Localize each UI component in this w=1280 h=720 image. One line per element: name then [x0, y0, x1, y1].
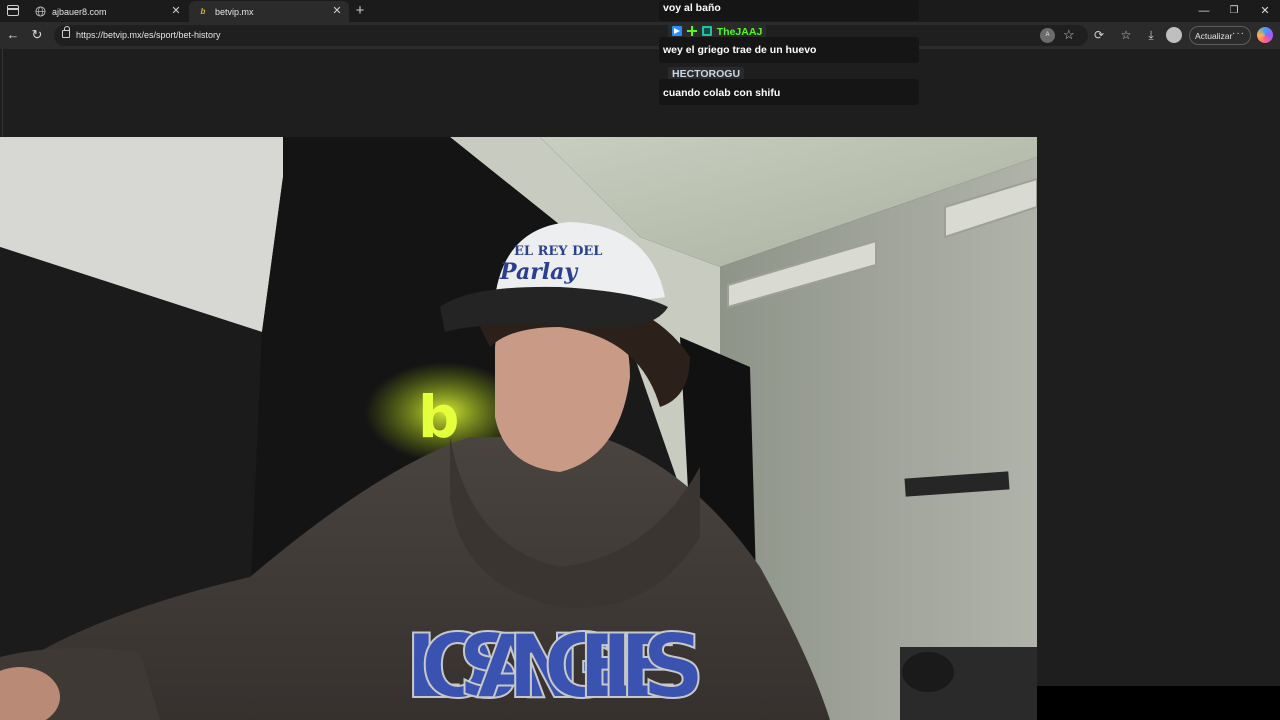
chat-message: cuando colab con shifu [659, 79, 919, 105]
chat-message-text: wey el griego trae de un huevo [663, 44, 817, 56]
neon-sign: b [418, 383, 460, 451]
tab-ajbauer8[interactable]: ajbauer8.com ✕ [26, 1, 188, 22]
favorite-star-icon[interactable]: ☆ [1063, 27, 1075, 43]
lock-icon[interactable] [62, 26, 70, 38]
webcam-scene: b EL REY DEL Parlay LOS ANGELES [0, 137, 1037, 720]
chat-message: voy al baño [659, 0, 919, 21]
plus-badge-icon [686, 26, 697, 36]
copilot-icon[interactable] [1257, 27, 1273, 43]
chat-message: wey el griego trae de un huevo [659, 37, 919, 63]
more-menu-icon[interactable]: ··· [1232, 28, 1245, 39]
refresh-icon[interactable]: ↻ [29, 27, 45, 43]
extensions-icon[interactable]: ⟳ [1090, 26, 1108, 44]
cap-text-line1: EL REY DEL [514, 244, 602, 259]
downloads-icon[interactable]: ⤓ [1142, 26, 1160, 44]
update-label: Actualizar [1195, 30, 1233, 41]
profile-avatar[interactable] [1166, 27, 1182, 43]
back-arrow-icon[interactable]: ← [5, 27, 21, 43]
close-tab-icon[interactable]: ✕ [170, 5, 182, 17]
chat-message-text: cuando colab con shifu [663, 87, 781, 99]
tab-strip: ajbauer8.com ✕ b betvip.mx ✕ + — ❐ ✕ [0, 0, 1280, 22]
read-aloud-icon[interactable]: A [1040, 28, 1055, 43]
new-tab-button[interactable]: + [352, 3, 368, 19]
cap-text-line2: Parlay [499, 259, 579, 285]
minimize-icon[interactable]: — [1196, 3, 1212, 19]
tab-title: betvip.mx [215, 6, 254, 17]
update-button[interactable]: Actualizar ··· [1189, 26, 1251, 45]
favorites-icon[interactable]: ☆ [1117, 26, 1135, 44]
sidebar-toggle-icon[interactable] [7, 5, 19, 16]
browser-toolbar: ← ↻ https://betvip.mx/es/sport/bet-histo… [0, 22, 1280, 49]
address-bar[interactable]: https://betvip.mx/es/sport/bet-history A… [54, 25, 1088, 46]
tab-betvip[interactable]: b betvip.mx ✕ [189, 1, 349, 22]
close-window-icon[interactable]: ✕ [1257, 3, 1273, 19]
tab-title: ajbauer8.com [52, 6, 107, 17]
vip-badge-icon [672, 26, 682, 36]
webcam-video: b EL REY DEL Parlay LOS ANGELES [0, 137, 1037, 720]
globe-icon [34, 6, 46, 18]
address-url[interactable]: https://betvip.mx/es/sport/bet-history [76, 30, 221, 40]
chat-message-text: voy al baño [663, 2, 721, 14]
betvip-favicon-icon: b [200, 7, 206, 16]
restore-icon[interactable]: ❐ [1226, 3, 1242, 19]
close-tab-icon[interactable]: ✕ [331, 5, 343, 17]
hoodie-print: LOS ANGELES [405, 615, 705, 718]
subscriber-badge-icon [701, 26, 712, 36]
letterbox-bar [1037, 686, 1280, 720]
